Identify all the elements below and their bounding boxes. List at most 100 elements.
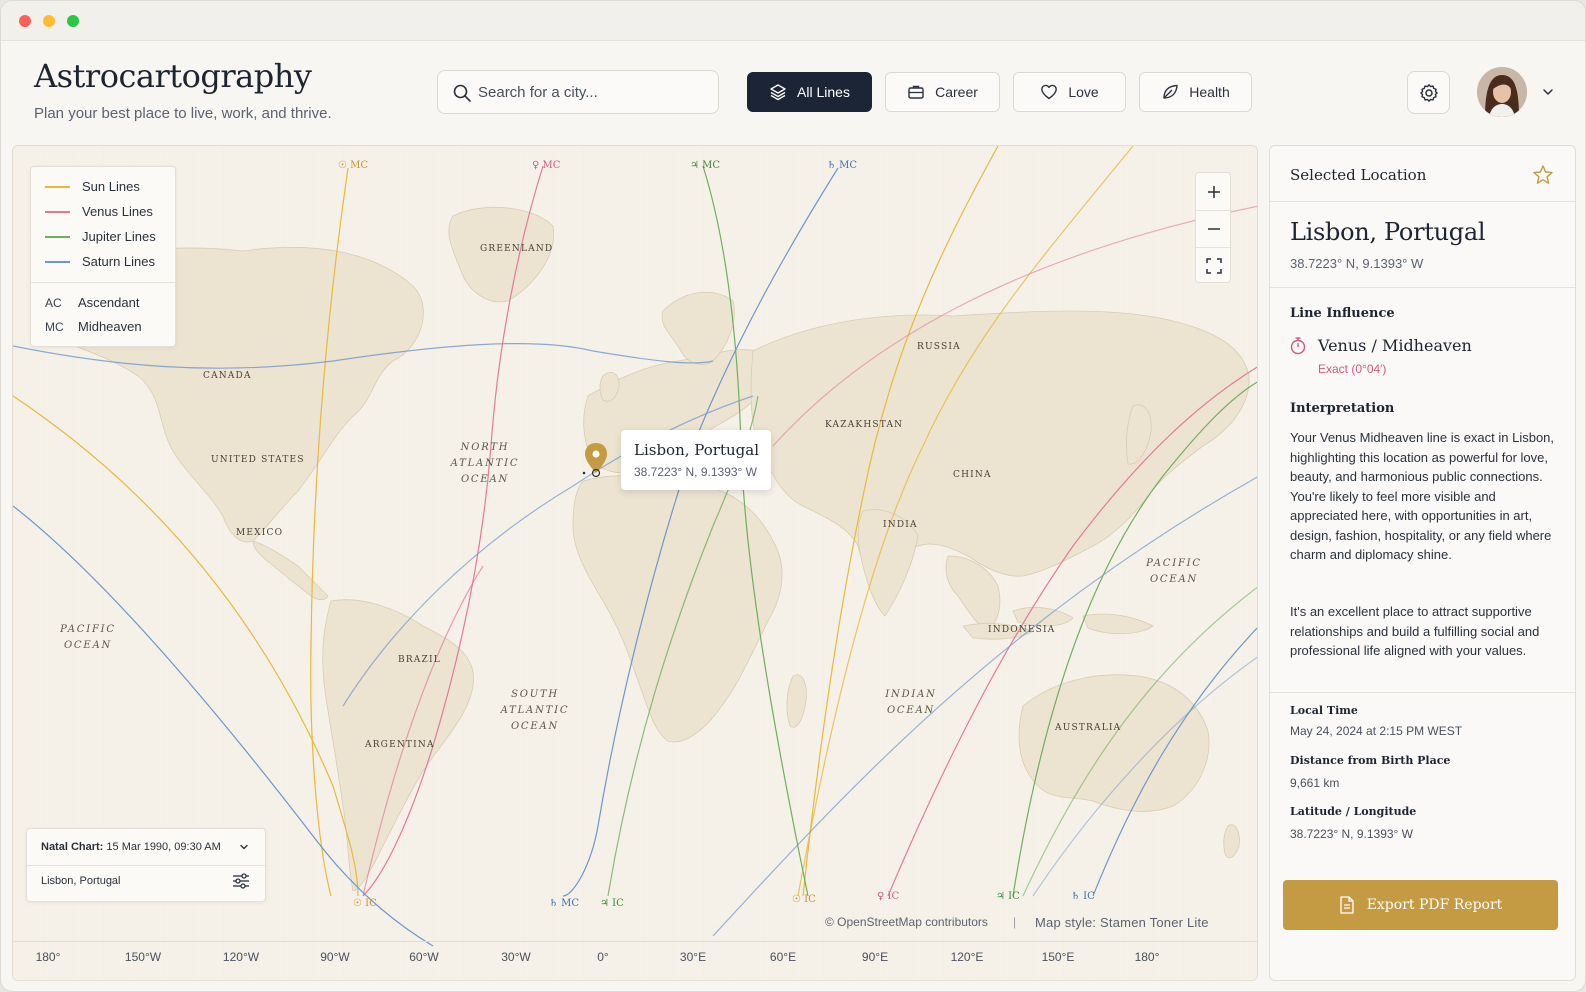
ocean-label-pacific-east-2: OCEAN xyxy=(1150,574,1198,585)
filter-health-label: Health xyxy=(1189,84,1230,100)
filter-love-button[interactable]: Love xyxy=(1013,72,1126,112)
line-label-saturn-mc-bottom: ♄ MC xyxy=(549,898,579,909)
minimize-window-button[interactable] xyxy=(43,15,55,27)
ocean-label-north-atlantic-3: OCEAN xyxy=(461,474,509,485)
natal-chart-label: Natal Chart: xyxy=(41,841,104,853)
selected-location-panel: Selected Location Lisbon, Portugal 38.72… xyxy=(1269,145,1576,981)
region-label-kazakhstan: KAZAKHSTAN xyxy=(825,420,903,430)
legend-item-ascendant: AC Ascendant xyxy=(45,295,139,310)
panel-divider xyxy=(1270,692,1575,693)
ocean-label-north-atlantic-2: ATLANTIC xyxy=(450,458,520,469)
longitude-tick: 150°E xyxy=(1041,950,1075,964)
legend-item-saturn: Saturn Lines xyxy=(45,254,155,269)
filter-career-label: Career xyxy=(935,84,978,100)
longitude-tick: 150°W xyxy=(124,950,162,964)
avatar[interactable] xyxy=(1477,67,1527,117)
sliders-icon[interactable] xyxy=(232,872,250,890)
minus-icon xyxy=(1208,227,1220,230)
filter-all-lines-button[interactable]: All Lines xyxy=(747,72,872,112)
app-window: Astrocartography Plan your best place to… xyxy=(0,0,1586,992)
longitude-tick: 120°E xyxy=(950,950,984,964)
chevron-down-icon[interactable] xyxy=(239,842,249,852)
distance-label: Distance from Birth Place xyxy=(1290,754,1451,767)
longitude-tick: 90°W xyxy=(320,950,350,964)
ocean-label-pacific-west-2: OCEAN xyxy=(64,640,112,651)
zoom-in-button[interactable] xyxy=(1196,173,1232,210)
legend-label-venus: Venus Lines xyxy=(82,204,153,219)
search-box[interactable] xyxy=(437,70,719,114)
lat-lon-value: 38.7223° N, 9.1393° W xyxy=(1290,827,1414,841)
panel-header: Selected Location xyxy=(1290,166,1427,184)
line-label-jupiter-ic-right: ♃ IC xyxy=(996,891,1020,902)
influence-exact: Exact (0°04′) xyxy=(1318,362,1387,376)
region-label-china: CHINA xyxy=(953,470,992,480)
legend-item-sun: Sun Lines xyxy=(45,179,140,194)
natal-chart-selector[interactable]: Natal Chart: 15 Mar 1990, 09:30 AM Lisbo… xyxy=(26,828,266,902)
legend-abbr-ascendant: AC xyxy=(45,295,62,310)
legend-label-saturn: Saturn Lines xyxy=(82,254,155,269)
natal-divider xyxy=(27,865,265,866)
region-label-mexico: MEXICO xyxy=(236,528,283,538)
popup-coords: 38.7223° N, 9.1393° W xyxy=(634,465,758,479)
ocean-label-indian-2: OCEAN xyxy=(887,705,935,716)
layers-icon xyxy=(770,84,786,101)
fullscreen-button[interactable] xyxy=(1196,247,1232,284)
legend-swatch-jupiter xyxy=(45,235,70,238)
longitude-tick: 90°E xyxy=(861,950,889,964)
legend-label-jupiter: Jupiter Lines xyxy=(82,229,156,244)
title-bar xyxy=(1,1,1585,41)
world-map[interactable]: GREENLAND CANADA UNITED STATES MEXICO BR… xyxy=(12,145,1258,981)
close-window-button[interactable] xyxy=(19,15,31,27)
search-input[interactable] xyxy=(478,71,708,113)
ocean-label-indian-1: INDIAN xyxy=(884,689,936,700)
line-influence-title: Line Influence xyxy=(1290,306,1395,321)
map-legend: Sun Lines Venus Lines Jupiter Lines Satu… xyxy=(30,166,176,347)
ocean-label-pacific-east-1: PACIFIC xyxy=(1145,558,1202,569)
search-icon xyxy=(453,84,471,102)
natal-chart-row[interactable]: Natal Chart: 15 Mar 1990, 09:30 AM xyxy=(41,841,221,853)
legend-swatch-saturn xyxy=(45,260,70,263)
interpretation-title: Interpretation xyxy=(1290,401,1395,416)
legend-label-midheaven: Midheaven xyxy=(78,319,142,334)
map-attribution[interactable]: © OpenStreetMap contributors xyxy=(825,915,988,929)
ocean-label-north-atlantic-1: NORTH xyxy=(460,442,510,453)
star-icon[interactable] xyxy=(1532,164,1554,186)
region-label-brazil: BRAZIL xyxy=(398,655,441,665)
maximize-window-button[interactable] xyxy=(67,15,79,27)
line-label-jupiter-mc: ♃ MC xyxy=(690,160,720,171)
longitude-tick: 30°E xyxy=(679,950,707,964)
legend-item-midheaven: MC Midheaven xyxy=(45,319,142,334)
region-label-canada: CANADA xyxy=(203,371,252,381)
influence-name: Venus / Midheaven xyxy=(1318,336,1472,355)
region-label-indonesia: INDONESIA xyxy=(988,625,1056,635)
region-label-india: INDIA xyxy=(883,520,918,530)
region-label-greenland: GREENLAND xyxy=(480,244,553,254)
zoom-out-button[interactable] xyxy=(1196,210,1232,247)
map-style-label: Map style: Stamen Toner Lite xyxy=(1035,915,1209,930)
filter-career-button[interactable]: Career xyxy=(885,72,1000,112)
ocean-label-south-atlantic-2: ATLANTIC xyxy=(500,705,570,716)
leaf-icon xyxy=(1163,84,1178,99)
settings-button[interactable] xyxy=(1407,71,1450,114)
local-time-label: Local Time xyxy=(1290,704,1358,717)
legend-swatch-venus xyxy=(45,210,70,213)
chevron-down-icon[interactable] xyxy=(1541,85,1555,99)
document-icon xyxy=(1340,896,1354,914)
longitude-tick: 60°E xyxy=(769,950,797,964)
longitude-tick: 180° xyxy=(35,950,61,964)
filter-love-label: Love xyxy=(1068,84,1099,100)
app-subtitle: Plan your best place to live, work, and … xyxy=(34,105,332,122)
legend-abbr-midheaven: MC xyxy=(45,319,64,334)
longitude-axis xyxy=(13,941,1257,942)
filter-health-button[interactable]: Health xyxy=(1139,72,1252,112)
panel-divider xyxy=(1270,201,1575,202)
lat-lon-label: Latitude / Longitude xyxy=(1290,805,1417,818)
ocean-label-south-atlantic-1: SOUTH xyxy=(511,689,559,700)
line-label-saturn-ic-right: ♄ IC xyxy=(1071,891,1095,902)
line-label-venus-mc: ♀ MC xyxy=(532,160,561,171)
interpretation-paragraph-1: Your Venus Midheaven line is exact in Li… xyxy=(1290,430,1555,562)
line-label-sun-ic-right: ☉ IC xyxy=(792,894,816,905)
location-coords: 38.7223° N, 9.1393° W xyxy=(1290,256,1424,271)
export-pdf-button[interactable]: Export PDF Report xyxy=(1283,880,1558,930)
ocean-label-pacific-west-1: PACIFIC xyxy=(59,624,116,635)
